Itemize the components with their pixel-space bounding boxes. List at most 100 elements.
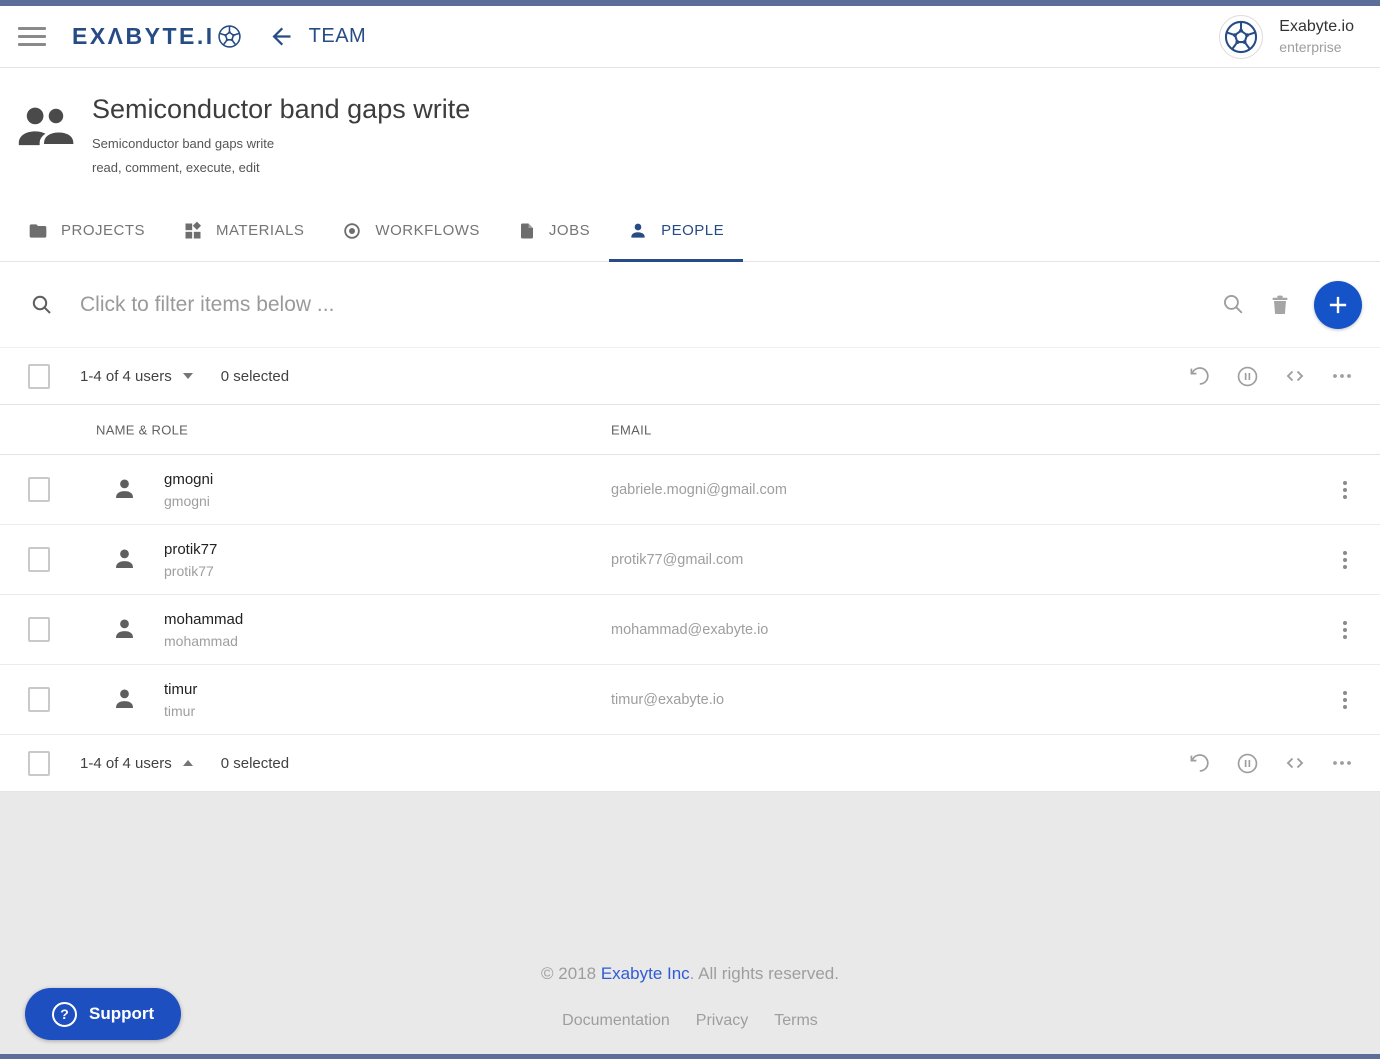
delete-button[interactable] xyxy=(1268,293,1292,317)
refresh-icon xyxy=(1188,364,1212,388)
code-icon xyxy=(1283,751,1307,775)
file-icon xyxy=(518,221,536,241)
support-button[interactable]: ? Support xyxy=(25,988,181,1040)
back-arrow-icon xyxy=(268,23,295,50)
tab-workflows[interactable]: WORKFLOWS xyxy=(323,200,499,261)
row-checkbox[interactable] xyxy=(28,477,50,502)
user-avatar-icon xyxy=(111,616,138,643)
plus-icon xyxy=(1325,292,1351,318)
list-toolbar-top: 1-4 of 4 users 0 selected xyxy=(0,348,1380,405)
user-email: mohammad@exabyte.io xyxy=(611,622,768,638)
user-email: protik77@gmail.com xyxy=(611,552,743,568)
select-all-checkbox[interactable] xyxy=(28,364,50,389)
copyright-line: © 2018 Exabyte Inc. All rights reserved. xyxy=(0,792,1380,984)
pause-button[interactable] xyxy=(1235,364,1260,389)
column-email[interactable]: EMAIL xyxy=(611,422,652,437)
workflows-icon xyxy=(342,221,362,241)
select-all-checkbox[interactable] xyxy=(28,751,50,776)
row-menu-button[interactable] xyxy=(1339,547,1351,573)
back-button[interactable] xyxy=(268,23,295,50)
user-name: mohammad xyxy=(164,611,611,628)
add-user-button[interactable] xyxy=(1314,281,1362,329)
tab-materials[interactable]: MATERIALS xyxy=(164,200,323,261)
more-button[interactable] xyxy=(1330,364,1354,388)
footer: © 2018 Exabyte Inc. All rights reserved.… xyxy=(0,792,1380,1055)
exabyte-ball-icon xyxy=(1222,18,1260,56)
row-menu-button[interactable] xyxy=(1339,617,1351,643)
trash-icon xyxy=(1268,293,1292,317)
selected-count: 0 selected xyxy=(221,755,289,772)
table-row[interactable]: timur timur timur@exabyte.io xyxy=(0,665,1380,735)
group-icon xyxy=(17,106,75,148)
materials-icon xyxy=(183,221,203,241)
code-button[interactable] xyxy=(1283,364,1307,388)
app-bar: EXΛBYTE.I TEAM Exa xyxy=(0,6,1380,68)
folder-icon xyxy=(28,221,48,241)
account-menu[interactable]: Exabyte.io enterprise xyxy=(1219,15,1354,59)
user-role: mohammad xyxy=(164,633,611,649)
brand-logo[interactable]: EXΛBYTE.I xyxy=(72,23,242,50)
user-name: protik77 xyxy=(164,541,611,558)
user-role: timur xyxy=(164,703,611,719)
refresh-button[interactable] xyxy=(1188,751,1212,775)
brand-text: EXΛBYTE.I xyxy=(72,23,215,50)
team-title: Semiconductor band gaps write xyxy=(92,94,470,125)
user-avatar-icon xyxy=(111,686,138,713)
company-link[interactable]: Exabyte Inc xyxy=(601,964,690,983)
table-header: NAME & ROLE EMAIL xyxy=(0,405,1380,455)
search-button[interactable] xyxy=(1221,292,1246,317)
user-table: gmogni gmogni gabriele.mogni@gmail.com xyxy=(0,455,1380,735)
row-menu-button[interactable] xyxy=(1339,687,1351,713)
chevron-up-icon xyxy=(183,760,193,766)
pause-circle-icon xyxy=(1235,751,1260,776)
tab-projects[interactable]: PROJECTS xyxy=(28,200,164,261)
page-title: TEAM xyxy=(309,25,367,48)
table-row[interactable]: protik77 protik77 protik77@gmail.com xyxy=(0,525,1380,595)
tab-jobs[interactable]: JOBS xyxy=(499,200,609,261)
user-name: gmogni xyxy=(164,471,611,488)
code-icon xyxy=(1283,364,1307,388)
account-type: enterprise xyxy=(1279,39,1354,55)
team-permissions: read, comment, execute, edit xyxy=(92,160,470,175)
tab-bar: PROJECTS MATERIALS WORKFLOWS JOBS PEOPLE xyxy=(0,200,1380,262)
refresh-icon xyxy=(1188,751,1212,775)
pagination-range-dropdown[interactable]: 1-4 of 4 users xyxy=(80,755,193,772)
footer-link-privacy[interactable]: Privacy xyxy=(696,1012,748,1030)
team-subtitle: Semiconductor band gaps write xyxy=(92,136,470,151)
row-checkbox[interactable] xyxy=(28,617,50,642)
more-horiz-icon xyxy=(1330,364,1354,388)
more-button[interactable] xyxy=(1330,751,1354,775)
footer-link-documentation[interactable]: Documentation xyxy=(562,1012,670,1030)
user-role: protik77 xyxy=(164,563,611,579)
person-icon xyxy=(628,221,648,241)
user-name: timur xyxy=(164,681,611,698)
refresh-button[interactable] xyxy=(1188,364,1212,388)
filter-bar xyxy=(0,262,1380,348)
table-row[interactable]: gmogni gmogni gabriele.mogni@gmail.com xyxy=(0,455,1380,525)
menu-icon[interactable] xyxy=(18,22,46,51)
account-name: Exabyte.io xyxy=(1279,18,1354,36)
user-avatar-icon xyxy=(111,476,138,503)
row-menu-button[interactable] xyxy=(1339,477,1351,503)
pagination-range-dropdown[interactable]: 1-4 of 4 users xyxy=(80,368,193,385)
tab-people[interactable]: PEOPLE xyxy=(609,200,743,261)
pause-circle-icon xyxy=(1235,364,1260,389)
selected-count: 0 selected xyxy=(221,368,289,385)
code-button[interactable] xyxy=(1283,751,1307,775)
column-name-role[interactable]: NAME & ROLE xyxy=(96,422,188,437)
account-avatar xyxy=(1219,15,1263,59)
search-icon xyxy=(1221,292,1246,317)
user-email: gabriele.mogni@gmail.com xyxy=(611,482,787,498)
list-toolbar-bottom: 1-4 of 4 users 0 selected xyxy=(0,735,1380,792)
row-checkbox[interactable] xyxy=(28,547,50,572)
chevron-down-icon xyxy=(183,373,193,379)
table-row[interactable]: mohammad mohammad mohammad@exabyte.io xyxy=(0,595,1380,665)
filter-input[interactable] xyxy=(80,293,1221,317)
window-bottom-strip xyxy=(0,1054,1380,1059)
exabyte-ball-icon xyxy=(217,24,242,49)
user-email: timur@exabyte.io xyxy=(611,692,724,708)
footer-link-terms[interactable]: Terms xyxy=(774,1012,818,1030)
pause-button[interactable] xyxy=(1235,751,1260,776)
row-checkbox[interactable] xyxy=(28,687,50,712)
help-icon: ? xyxy=(52,1002,77,1027)
